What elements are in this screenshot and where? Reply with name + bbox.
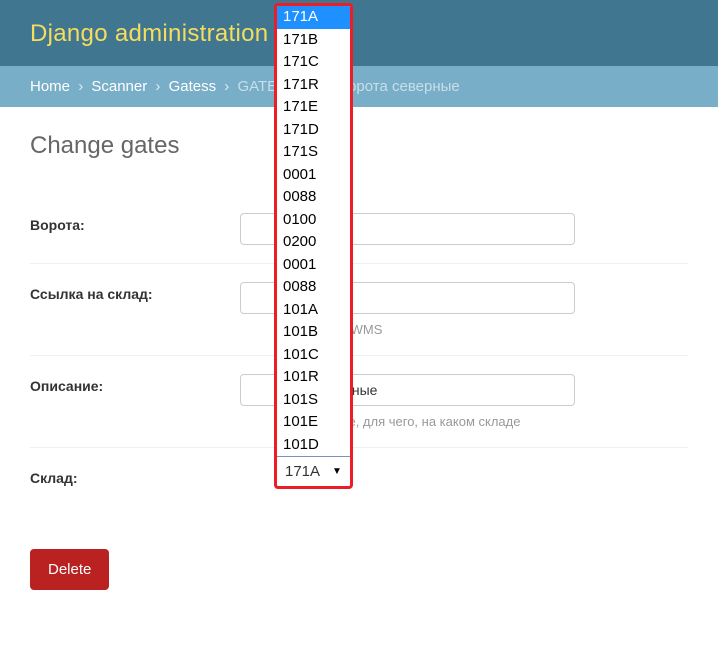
sklad-option[interactable]: 171E <box>277 96 350 119</box>
sklad-option[interactable]: 101D <box>277 434 350 457</box>
label-sklad: Склад: <box>30 466 240 486</box>
admin-header: Django administration <box>0 0 718 66</box>
sklad-dropdown-open: 171A171B171C171R171E171D171S000100880100… <box>274 3 353 489</box>
sklad-option[interactable]: 101B <box>277 321 350 344</box>
sklad-option[interactable]: 101C <box>277 344 350 367</box>
label-opisanie: Описание: <box>30 374 240 394</box>
sklad-option[interactable]: 0001 <box>277 164 350 187</box>
content: Change gates Ворота: Ссылка на склад: XX… <box>0 107 718 620</box>
sklad-option[interactable]: 171R <box>277 74 350 97</box>
sklad-option[interactable]: 171D <box>277 119 350 142</box>
breadcrumb-sep: › <box>224 78 229 95</box>
sklad-option[interactable]: 171B <box>277 29 350 52</box>
submit-row: Delete <box>30 549 688 590</box>
sklad-selected-value: 171A <box>285 463 320 480</box>
sklad-option[interactable]: 101E <box>277 411 350 434</box>
breadcrumb: Home › Scanner › Gatess › GATES 171A : В… <box>0 66 718 107</box>
page-title: Change gates <box>30 132 688 160</box>
sklad-option[interactable]: 0088 <box>277 186 350 209</box>
row-link-sklad: Ссылка на склад: XXXXXXXXXадов WMS <box>30 264 688 356</box>
sklad-option[interactable]: 171S <box>277 141 350 164</box>
row-opisanie: Описание: XXXXXXXXXот, где, для чего, на… <box>30 356 688 448</box>
sklad-option[interactable]: 0100 <box>277 209 350 232</box>
breadcrumb-sep: › <box>78 78 83 95</box>
sklad-option[interactable]: 101A <box>277 299 350 322</box>
breadcrumb-home[interactable]: Home <box>30 78 70 95</box>
row-sklad: Склад: <box>30 448 688 504</box>
row-vorota: Ворота: <box>30 195 688 264</box>
sklad-option[interactable]: 171C <box>277 51 350 74</box>
highlight-box: 171A171B171C171R171E171D171S000100880100… <box>274 3 353 489</box>
label-vorota: Ворота: <box>30 213 240 233</box>
breadcrumb-app[interactable]: Scanner <box>91 78 147 95</box>
sklad-option[interactable]: 0001 <box>277 254 350 277</box>
sklad-option[interactable]: 0088 <box>277 276 350 299</box>
label-link-sklad: Ссылка на склад: <box>30 282 240 302</box>
delete-button[interactable]: Delete <box>30 549 109 590</box>
sklad-select[interactable]: 171A ▼ <box>277 456 350 486</box>
breadcrumb-model[interactable]: Gatess <box>169 78 217 95</box>
sklad-option[interactable]: 171A <box>277 6 350 29</box>
chevron-down-icon: ▼ <box>332 466 342 477</box>
sklad-option[interactable]: 0200 <box>277 231 350 254</box>
breadcrumb-sep: › <box>155 78 160 95</box>
sklad-option[interactable]: 101S <box>277 389 350 412</box>
site-title: Django administration <box>30 20 688 48</box>
sklad-option[interactable]: 101R <box>277 366 350 389</box>
sklad-listbox[interactable]: 171A171B171C171R171E171D171S000100880100… <box>277 6 350 456</box>
